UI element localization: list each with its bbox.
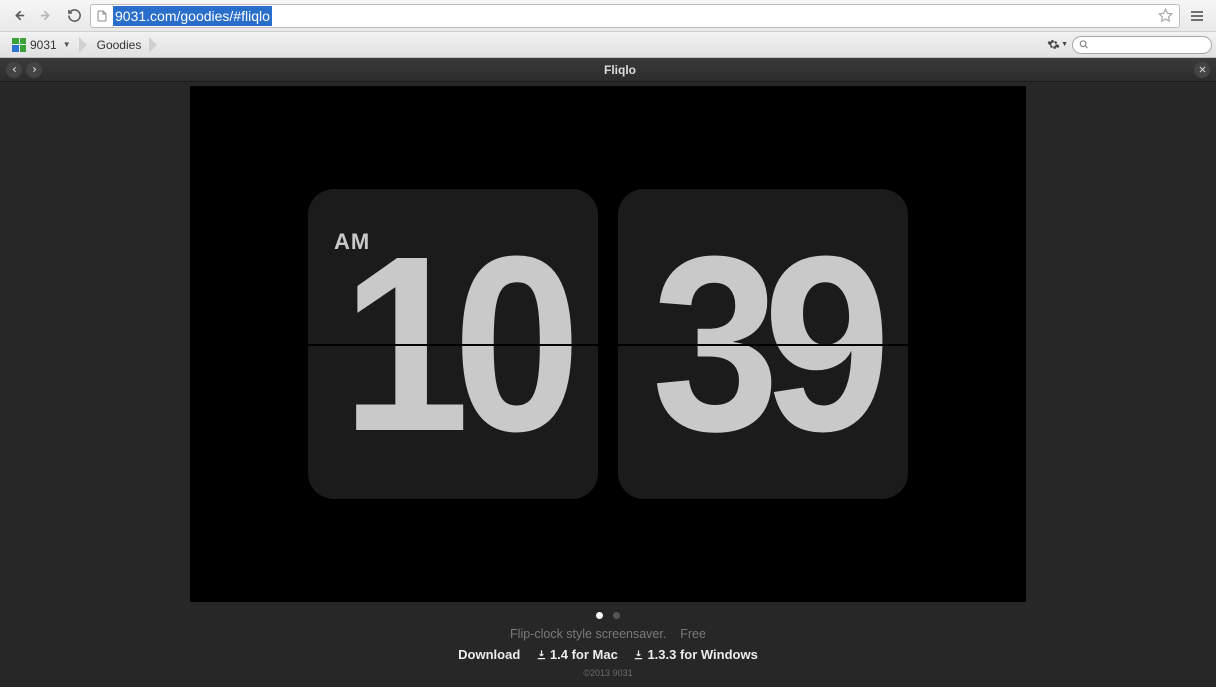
overlay-close-button[interactable] bbox=[1194, 62, 1210, 78]
breadcrumb-section-label: Goodies bbox=[97, 38, 142, 52]
site-search[interactable] bbox=[1072, 36, 1212, 54]
overlay-prev-button[interactable] bbox=[6, 62, 22, 78]
arrow-left-icon bbox=[10, 7, 27, 24]
arrow-right-icon bbox=[38, 7, 55, 24]
reload-button[interactable] bbox=[62, 4, 86, 28]
download-windows-label: 1.3.3 for Windows bbox=[647, 647, 757, 662]
download-mac-label: 1.4 for Mac bbox=[550, 647, 618, 662]
settings-menu-button[interactable]: ▼ bbox=[1047, 38, 1068, 51]
flip-card-minutes: 39 bbox=[618, 189, 908, 499]
download-mac-link[interactable]: 1.4 for Mac bbox=[536, 647, 618, 662]
chevron-down-icon: ▼ bbox=[63, 40, 71, 49]
overlay-title: Fliqlo bbox=[46, 63, 1194, 77]
breadcrumb-root-label: 9031 bbox=[30, 38, 57, 52]
arrow-right-icon bbox=[30, 65, 39, 74]
browser-toolbar: 9031.com/goodies/#fliqlo bbox=[0, 0, 1216, 32]
close-icon bbox=[1198, 65, 1207, 74]
page-content: Fliqlo AM 10 39 Flip-clock style screens… bbox=[0, 58, 1216, 687]
footer-copyright: ©2013 9031 bbox=[583, 668, 632, 678]
page-icon bbox=[95, 9, 109, 23]
caption-price: Free bbox=[680, 627, 706, 641]
hours-digits: 10 bbox=[342, 219, 565, 469]
site-logo-icon bbox=[12, 38, 26, 52]
bookmark-star-icon[interactable] bbox=[1158, 8, 1173, 28]
site-toolbar: 9031 ▼ Goodies ▼ bbox=[0, 32, 1216, 58]
breadcrumb-root[interactable]: 9031 ▼ bbox=[4, 34, 81, 56]
minutes-digits: 39 bbox=[652, 219, 875, 469]
hamburger-icon bbox=[1189, 8, 1205, 24]
reload-icon bbox=[67, 8, 82, 23]
gear-icon bbox=[1047, 38, 1060, 51]
overlay-header: Fliqlo bbox=[0, 58, 1216, 82]
caption: Flip-clock style screensaver. Free bbox=[510, 627, 706, 641]
overlay-next-button[interactable] bbox=[26, 62, 42, 78]
download-windows-link[interactable]: 1.3.3 for Windows bbox=[633, 647, 757, 662]
pager-dot[interactable] bbox=[613, 612, 620, 619]
pager-dot[interactable] bbox=[596, 612, 603, 619]
flip-card-hours: AM 10 bbox=[308, 189, 598, 499]
address-bar[interactable]: 9031.com/goodies/#fliqlo bbox=[90, 4, 1180, 28]
caption-desc: Flip-clock style screensaver. bbox=[510, 627, 666, 641]
overlay-stage: AM 10 39 Flip-clock style screensaver. F… bbox=[0, 82, 1216, 687]
download-label: Download bbox=[458, 647, 520, 662]
search-icon bbox=[1079, 39, 1089, 50]
url-text: 9031.com/goodies/#fliqlo bbox=[113, 6, 272, 26]
site-search-input[interactable] bbox=[1093, 39, 1205, 51]
back-button[interactable] bbox=[6, 4, 30, 28]
breadcrumb-section[interactable]: Goodies bbox=[89, 34, 152, 56]
arrow-left-icon bbox=[10, 65, 19, 74]
download-row: Download 1.4 for Mac 1.3.3 for Windows bbox=[458, 647, 758, 662]
chevron-down-icon: ▼ bbox=[1061, 41, 1068, 48]
screenshot: AM 10 39 bbox=[190, 86, 1026, 602]
download-icon bbox=[536, 649, 547, 660]
browser-menu-button[interactable] bbox=[1184, 4, 1210, 28]
forward-button[interactable] bbox=[34, 4, 58, 28]
download-icon bbox=[633, 649, 644, 660]
pager-dots bbox=[596, 612, 620, 619]
